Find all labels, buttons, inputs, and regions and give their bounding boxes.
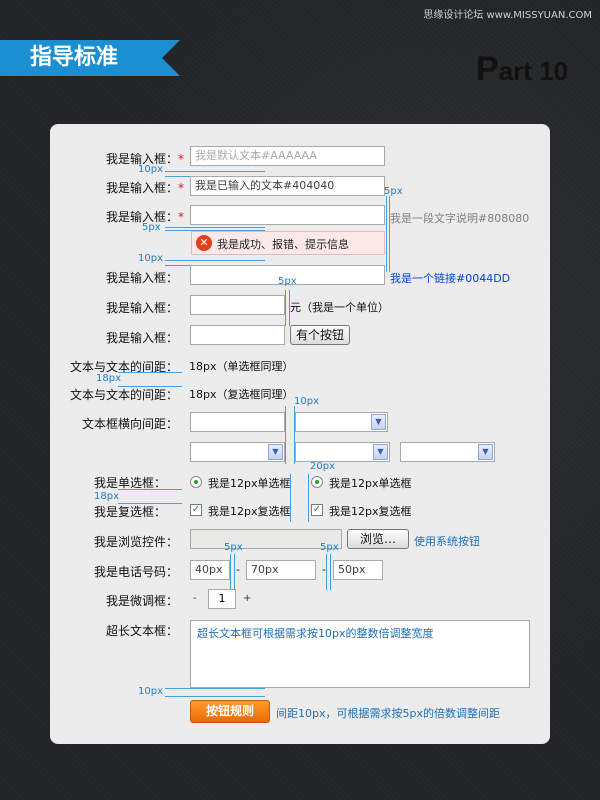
inline-button[interactable]: 有个按钮 — [290, 325, 350, 345]
watermark: 思缘设计论坛 www.MISSYUAN.COM — [423, 10, 592, 21]
part-title-rest: art 10 — [498, 56, 569, 86]
annotation-line — [386, 196, 387, 272]
radio-option-1-label: 我是12px单选框 — [208, 477, 291, 490]
select-3[interactable]: ▼ — [295, 442, 390, 462]
annotation-line — [165, 696, 265, 697]
browse-button[interactable]: 浏览… — [347, 529, 409, 549]
phone-separator: - — [322, 563, 326, 576]
annotation-line — [165, 688, 265, 689]
unit-label: 元（我是一个单位） — [290, 301, 389, 314]
text-input-with-description[interactable] — [190, 205, 385, 225]
annotation-line — [230, 554, 231, 590]
chevron-down-icon: ▼ — [371, 414, 386, 430]
default-text-input[interactable]: 我是默认文本#AAAAAA — [190, 146, 385, 166]
checkbox-option-2-label: 我是12px复选框 — [329, 505, 412, 518]
checkbox-option-2[interactable]: ✓ — [311, 504, 323, 516]
stepper-label: 我是微调框： — [106, 594, 179, 608]
button-rule-hint: 间距10px，可根据需求按5px的倍数调整间距 — [276, 707, 500, 720]
phone-separator: - — [236, 563, 240, 576]
chevron-down-icon: ▼ — [268, 444, 283, 460]
chevron-down-icon: ▼ — [373, 444, 388, 460]
stepper-plus-button[interactable]: + — [243, 593, 251, 604]
phone-number-input[interactable]: 70px — [246, 560, 316, 580]
select-1[interactable]: ▼ — [295, 412, 388, 432]
submit-button[interactable]: 按钮规则 — [190, 700, 270, 723]
filled-text-input[interactable]: 我是已输入的文本#404040 — [190, 176, 385, 196]
long-textarea[interactable]: 超长文本框可根据需求按10px的整数倍调整宽度 — [190, 620, 530, 688]
select-4[interactable]: ▼ — [400, 442, 495, 462]
checkbox-label: 我是复选框： — [94, 505, 167, 519]
annotation-line — [118, 372, 182, 373]
annotation-line — [326, 554, 327, 590]
annotation-line — [165, 260, 265, 261]
ribbon-title: 指导标准 — [0, 40, 180, 76]
annotation-line — [118, 489, 182, 490]
row8-text: 18px（复选框同理） — [189, 388, 294, 401]
annotation-5px: 5px — [278, 276, 297, 287]
horizontal-input-1[interactable] — [190, 412, 285, 432]
part-title: Part 10 — [476, 50, 568, 89]
stepper-minus-button[interactable]: - — [193, 593, 197, 604]
row9-label: 文本框横向间距： — [82, 417, 179, 431]
part-title-initial: P — [476, 50, 499, 88]
longtext-label: 超长文本框： — [106, 624, 179, 638]
browse-label: 我是浏览控件： — [94, 535, 179, 549]
annotation-18px: 18px — [94, 491, 119, 502]
browse-hint: 使用系统按钮 — [414, 535, 480, 548]
row4-label: 我是输入框： — [106, 271, 179, 285]
row8-label: 文本与文本的间距： — [70, 388, 179, 402]
annotation-line — [330, 554, 331, 590]
annotation-20px: 20px — [310, 461, 335, 472]
annotation-10px: 10px — [138, 164, 163, 175]
annotation-5px: 5px — [320, 542, 339, 553]
chevron-down-icon: ▼ — [478, 444, 493, 460]
annotation-5px: 5px — [224, 542, 243, 553]
annotation-line — [165, 171, 265, 172]
annotation-5px: 5px — [142, 222, 161, 233]
row7-text: 18px（单选框同理） — [189, 360, 294, 373]
row2-label: 我是输入框：* — [106, 181, 185, 195]
annotation-10px: 10px — [294, 396, 319, 407]
phone-extension-input[interactable]: 50px — [333, 560, 383, 580]
row6-label: 我是输入框： — [106, 331, 179, 345]
stepper-value[interactable]: 1 — [208, 589, 236, 609]
status-message: ✕ 我是成功、报错、提示信息 — [191, 231, 385, 255]
annotation-line — [234, 554, 235, 590]
radio-option-2[interactable] — [311, 476, 323, 488]
help-link[interactable]: 我是一个链接#0044DD — [390, 270, 510, 286]
radio-option-2-label: 我是12px单选框 — [329, 477, 412, 490]
radio-option-1[interactable] — [190, 476, 202, 488]
annotation-10px: 10px — [138, 253, 163, 264]
phone-area-code-input[interactable]: 40px — [190, 560, 230, 580]
annotation-line — [165, 227, 265, 228]
annotation-line — [308, 474, 309, 522]
form-panel: 我是输入框：* 我是默认文本#AAAAAA 10px 我是输入框：* 我是已输入… — [50, 124, 550, 744]
status-message-text: 我是成功、报错、提示信息 — [217, 238, 349, 251]
annotation-line — [285, 290, 286, 326]
error-icon: ✕ — [196, 235, 212, 251]
select-2[interactable]: ▼ — [190, 442, 285, 462]
checkbox-option-1-label: 我是12px复选框 — [208, 505, 291, 518]
amount-input[interactable] — [190, 295, 285, 315]
annotation-line — [285, 406, 286, 464]
field-description: 我是一段文字说明#808080 — [390, 212, 530, 225]
annotation-line — [389, 196, 390, 272]
short-input[interactable] — [190, 325, 285, 345]
phone-label: 我是电话号码： — [94, 565, 179, 579]
annotation-10px: 10px — [138, 686, 163, 697]
annotation-18px: 18px — [96, 373, 121, 384]
row5-label: 我是输入框： — [106, 301, 179, 315]
checkbox-option-1[interactable]: ✓ — [190, 504, 202, 516]
